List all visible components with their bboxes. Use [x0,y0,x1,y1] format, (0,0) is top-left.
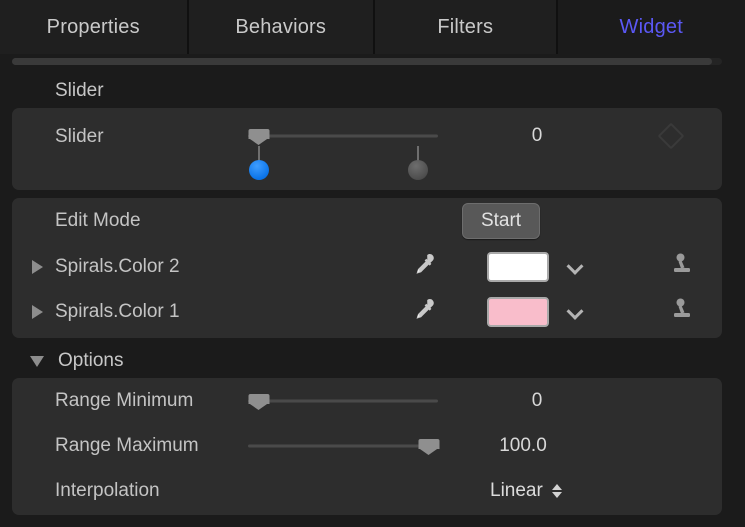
interpolation-popup-menu[interactable]: Linear [490,480,562,502]
eyedropper-icon[interactable] [409,295,437,328]
range-max-knob[interactable] [408,160,428,180]
group-header-slider[interactable]: Slider [0,72,745,110]
diamond-icon[interactable] [657,122,685,150]
tab-widget[interactable]: Widget [557,0,745,54]
inspector-tab-bar: Properties Behaviors Filters Widget [0,0,745,54]
widget-controls-panel: Edit Mode Start Spirals.Color 2 Spirals.… [12,198,722,338]
eyedropper-icon[interactable] [409,250,437,283]
publish-joystick-icon-color-1[interactable] [669,296,695,327]
tab-filters[interactable]: Filters [375,0,556,54]
slider-value[interactable]: 0 [532,125,543,147]
row-interpolation: Interpolation Linear [12,468,722,513]
row-slider: Slider 0 [12,108,722,180]
disclosure-triangle-color-2[interactable] [32,259,43,274]
range-maximum-track[interactable] [248,444,438,447]
slider-thumb[interactable] [248,129,270,143]
disclosure-triangle-color-1[interactable] [32,304,43,319]
range-min-knob[interactable] [249,160,269,180]
row-range-maximum: Range Maximum 100.0 [12,423,722,468]
options-panel: Range Minimum 0 Range Maximum 100.0 Inte… [12,378,722,515]
up-down-chevron-icon [551,483,562,498]
scrollbar-thumb[interactable] [12,58,712,65]
row-spirals-color-1: Spirals.Color 1 [12,289,722,334]
row-edit-mode-label: Edit Mode [55,210,141,231]
slider-track[interactable] [248,134,438,138]
row-spirals-color-2: Spirals.Color 2 [12,244,722,289]
range-minimum-track[interactable] [248,399,438,402]
tab-behaviors[interactable]: Behaviors [188,0,373,54]
horizontal-scrollbar[interactable] [0,54,745,70]
row-interpolation-label: Interpolation [55,479,160,501]
slider-panel: Slider 0 [12,108,722,190]
tab-properties-label: Properties [46,15,140,38]
disclosure-triangle-options[interactable] [30,355,44,367]
row-edit-mode: Edit Mode Start [12,198,722,244]
group-header-options-label: Options [58,350,124,371]
range-minimum-value[interactable]: 0 [532,390,543,412]
group-header-slider-label: Slider [55,80,104,101]
color-swatch-color-1[interactable] [487,296,549,327]
tab-properties[interactable]: Properties [0,0,187,54]
interpolation-value: Linear [490,479,543,501]
chevron-down-icon-color-1[interactable] [566,302,584,320]
row-range-minimum: Range Minimum 0 [12,378,722,423]
start-button-label: Start [480,210,522,231]
row-spirals-color-1-label: Spirals.Color 1 [55,300,180,322]
widget-inspector-panel: Properties Behaviors Filters Widget Slid… [0,0,745,527]
range-maximum-thumb[interactable] [418,438,440,453]
start-button[interactable]: Start [462,203,540,239]
tab-widget-label: Widget [619,15,683,38]
range-maximum-value[interactable]: 100.0 [499,435,547,457]
color-swatch-color-2[interactable] [487,251,549,282]
row-spirals-color-2-label: Spirals.Color 2 [55,255,180,277]
tab-filters-label: Filters [437,15,494,38]
row-slider-label: Slider [55,126,104,147]
group-header-options[interactable]: Options [0,342,745,380]
tab-behaviors-label: Behaviors [235,15,327,38]
row-range-minimum-label: Range Minimum [55,389,194,411]
row-range-maximum-label: Range Maximum [55,434,199,456]
chevron-down-icon-color-2[interactable] [566,257,584,275]
publish-joystick-icon-color-2[interactable] [669,251,695,282]
range-minimum-thumb[interactable] [248,393,270,408]
